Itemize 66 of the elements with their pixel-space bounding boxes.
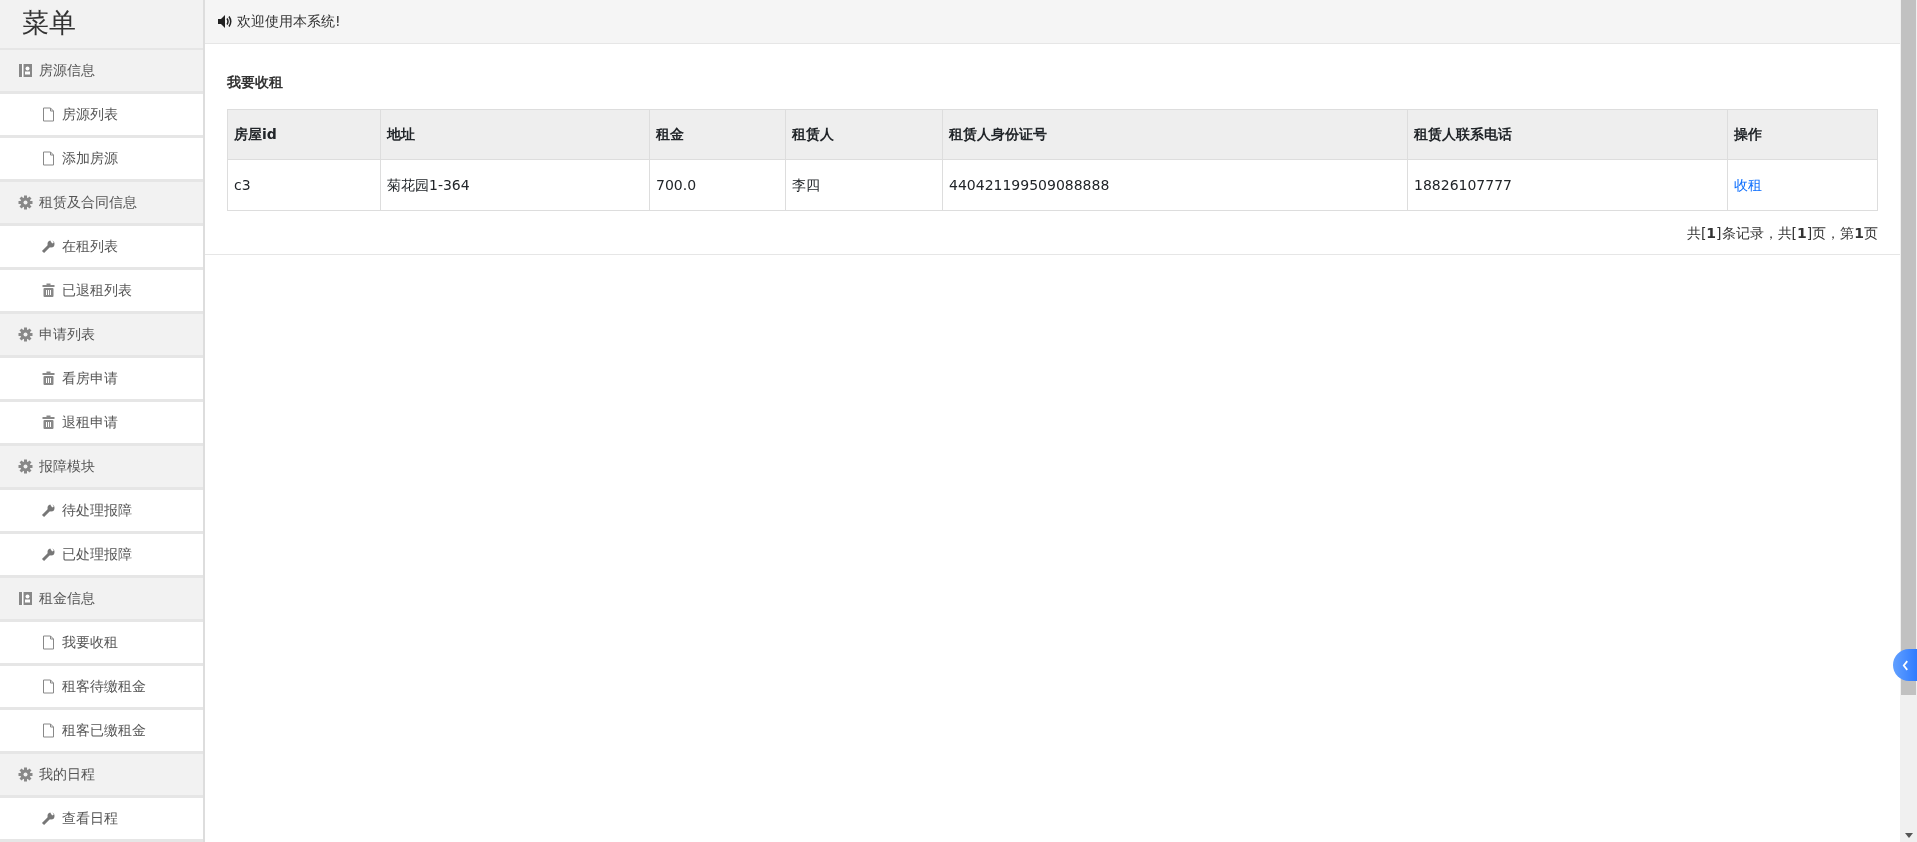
scroll-down-arrow-icon[interactable] (1904, 833, 1913, 838)
file-icon (41, 107, 56, 122)
menu-group-header[interactable]: 报障模块 (0, 446, 203, 490)
wrench-icon (41, 239, 56, 254)
menu-group-header[interactable]: 租赁及合同信息 (0, 182, 203, 226)
menu-group-label: 报障模块 (39, 457, 95, 476)
side-panel-toggle[interactable] (1893, 649, 1917, 681)
speaker-icon (217, 14, 232, 29)
menu-item-label: 已退租列表 (62, 281, 132, 300)
column-header: 租赁人联系电话 (1407, 109, 1728, 160)
column-header: 地址 (380, 109, 650, 160)
menu-group-label: 我的日程 (39, 765, 95, 784)
menu-item-label: 已处理报障 (62, 545, 132, 564)
settings-icon (18, 195, 33, 210)
file-icon (41, 635, 56, 650)
menu-item-label: 查看日程 (62, 809, 118, 828)
sidebar-title: 菜单 (0, 0, 203, 50)
column-header: 租赁人身份证号 (942, 109, 1408, 160)
menu-item-label: 租客已缴租金 (62, 721, 146, 740)
table-cell: 440421199509088888 (942, 159, 1408, 211)
menu-item-label: 房源列表 (62, 105, 118, 124)
table-cell: 700.0 (649, 159, 786, 211)
menu-group-label: 租金信息 (39, 589, 95, 608)
menu-group-header[interactable]: 租金信息 (0, 578, 203, 622)
file-icon (41, 723, 56, 738)
scrollbar-thumb[interactable] (1901, 0, 1916, 695)
welcome-text: 欢迎使用本系统! (237, 12, 341, 31)
menu-group-header[interactable]: 房源信息 (0, 50, 203, 94)
settings-icon (18, 327, 33, 342)
table-cell: 李四 (785, 159, 943, 211)
menu-item-label: 租客待缴租金 (62, 677, 146, 696)
wrench-icon (41, 503, 56, 518)
menu-item-label: 添加房源 (62, 149, 118, 168)
file-icon (41, 151, 56, 166)
file-icon (41, 679, 56, 694)
pagination-summary: 共[1]条记录，共[1]页，第1页 (1685, 224, 1878, 243)
column-header: 租金 (649, 109, 786, 160)
wrench-icon (41, 811, 56, 826)
menu-item-label: 待处理报障 (62, 501, 132, 520)
menu-item-label: 退租申请 (62, 413, 118, 432)
menu-group-label: 房源信息 (39, 61, 95, 80)
column-header: 操作 (1727, 109, 1878, 160)
collect-rent-link[interactable]: 收租 (1734, 176, 1762, 193)
chevron-left-icon (1901, 659, 1909, 671)
menu-item-label: 看房申请 (62, 369, 118, 388)
trash-icon (41, 371, 56, 386)
menu-item-label: 在租列表 (62, 237, 118, 256)
menu-item-label: 我要收租 (62, 633, 118, 652)
scrollbar[interactable] (1900, 0, 1917, 842)
page-title: 我要收租 (227, 73, 284, 92)
column-header: 租赁人 (785, 109, 943, 160)
menu-group-label: 申请列表 (39, 325, 95, 344)
settings-icon (18, 767, 33, 782)
settings-icon (18, 459, 33, 474)
menu-group-header[interactable]: 我的日程 (0, 754, 203, 798)
trash-icon (41, 415, 56, 430)
wrench-icon (41, 547, 56, 562)
column-header: 房屋id (227, 109, 381, 160)
contact-card-icon (18, 63, 33, 78)
menu-group-header[interactable]: 申请列表 (0, 314, 203, 358)
menu-group-label: 租赁及合同信息 (39, 193, 137, 212)
table-cell: c3 (227, 159, 381, 211)
trash-icon (41, 283, 56, 298)
table-cell: 18826107777 (1407, 159, 1728, 211)
table-cell: 菊花园1-364 (380, 159, 650, 211)
contact-card-icon (18, 591, 33, 606)
